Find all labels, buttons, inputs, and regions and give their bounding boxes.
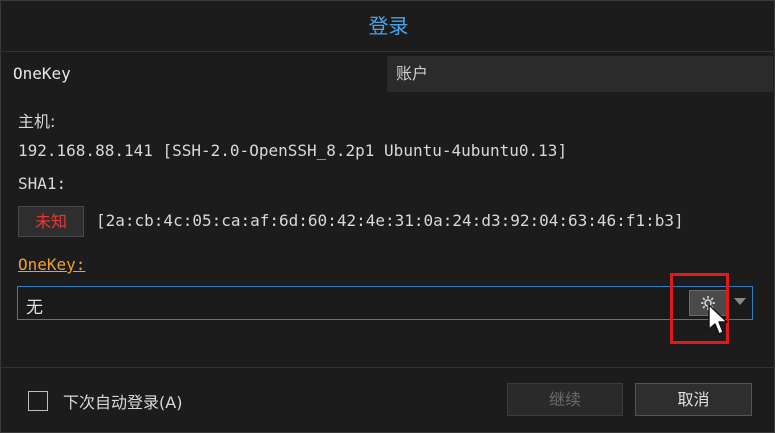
tab-onekey[interactable]: OneKey xyxy=(4,56,387,92)
title-divider xyxy=(1,51,775,52)
footer-divider xyxy=(1,367,775,368)
cancel-button[interactable]: 取消 xyxy=(635,383,752,416)
unknown-status-button[interactable]: 未知 xyxy=(18,206,84,237)
onekey-selected-value: 无 xyxy=(26,298,43,318)
sha1-label: SHA1: xyxy=(18,174,67,193)
tab-account[interactable]: 账户 xyxy=(387,56,773,92)
host-value: 192.168.88.141 [SSH-2.0-OpenSSH_8.2p1 Ub… xyxy=(18,141,568,160)
tab-bar: OneKey 账户 xyxy=(4,56,773,92)
host-label: 主机: xyxy=(18,112,56,131)
onekey-select[interactable]: 无 xyxy=(17,286,753,320)
auto-login-checkbox[interactable] xyxy=(28,391,48,411)
auto-login-label[interactable]: 下次自动登录(A) xyxy=(63,389,182,413)
mouse-cursor-icon xyxy=(708,304,728,335)
onekey-label: OneKey: xyxy=(18,255,86,274)
login-dialog: 登录 OneKey 账户 主机: 192.168.88.141 [SSH-2.0… xyxy=(0,0,775,433)
chevron-down-icon[interactable] xyxy=(734,298,746,305)
dialog-title: 登录 xyxy=(368,14,409,38)
continue-button[interactable]: 继续 xyxy=(507,383,623,416)
sha1-fingerprint: [2a:cb:4c:05:ca:af:6d:60:42:4e:31:0a:24:… xyxy=(96,211,684,230)
